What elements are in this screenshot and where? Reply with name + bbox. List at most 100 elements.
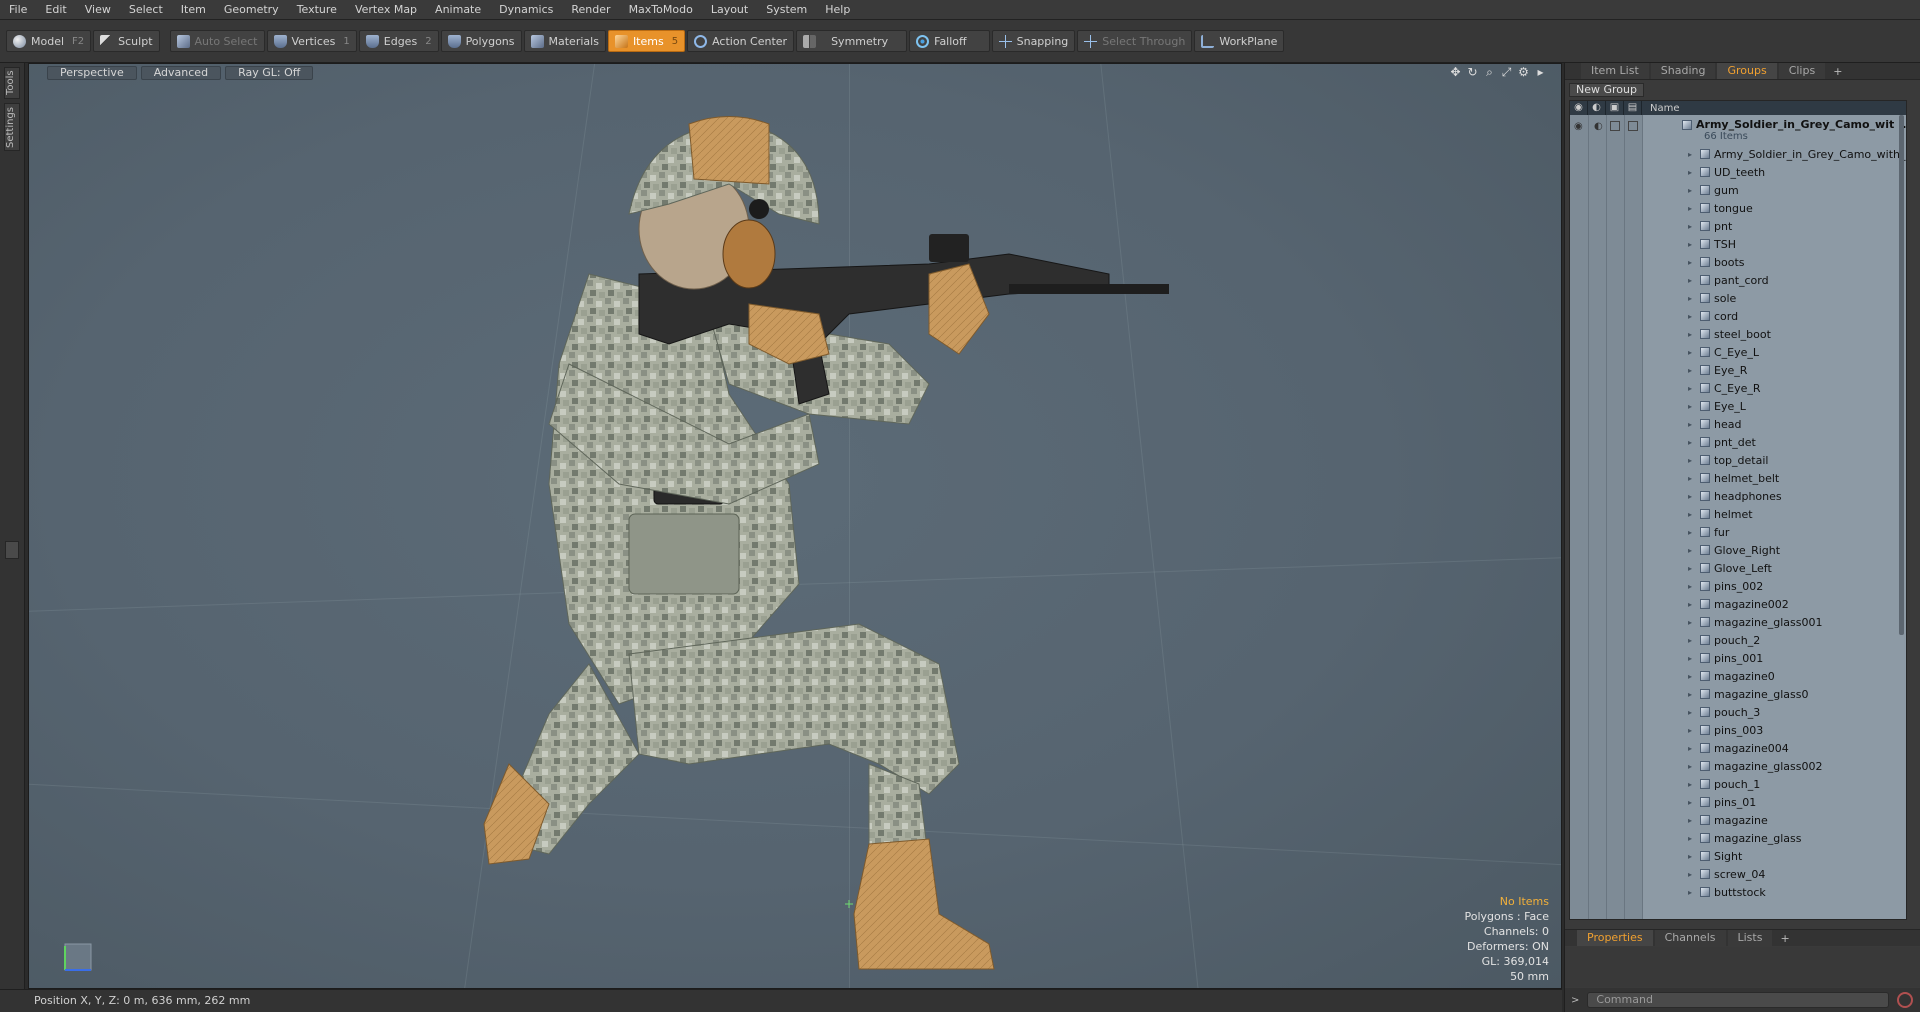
visibility-column-eye-icon[interactable]: ◉ <box>1570 101 1588 115</box>
auto-select-button[interactable]: Auto Select <box>169 30 265 52</box>
list-item[interactable]: ▸ magazine002 <box>1688 595 1789 613</box>
expand-arrow-icon[interactable]: ▸ <box>1688 294 1696 303</box>
list-item[interactable]: ▸ pins_001 <box>1688 649 1763 667</box>
list-item[interactable]: ▸ Glove_Left <box>1688 559 1772 577</box>
menu-animate[interactable]: Animate <box>426 0 490 20</box>
menu-system[interactable]: System <box>757 0 816 20</box>
menu-item[interactable]: Item <box>172 0 215 20</box>
menu-dynamics[interactable]: Dynamics <box>490 0 562 20</box>
list-item[interactable]: ▸ head <box>1688 415 1741 433</box>
expand-arrow-icon[interactable]: ▸ <box>1688 258 1696 267</box>
command-input[interactable]: Command <box>1587 992 1890 1008</box>
expand-arrow-icon[interactable]: ▸ <box>1688 546 1696 555</box>
list-item[interactable]: ▸ boots <box>1688 253 1745 271</box>
list-item[interactable]: ▸ cord <box>1688 307 1738 325</box>
list-item[interactable]: ▸ fur <box>1688 523 1729 541</box>
expand-arrow-icon[interactable]: ▸ <box>1688 636 1696 645</box>
menu-vertex-map[interactable]: Vertex Map <box>346 0 426 20</box>
name-column-header[interactable]: Name <box>1642 103 1680 114</box>
list-item[interactable]: ▸ Eye_L <box>1688 397 1746 415</box>
add-properties-tab-icon[interactable]: + <box>1774 932 1795 945</box>
expand-arrow-icon[interactable]: ▸ <box>1688 240 1696 249</box>
menu-help[interactable]: Help <box>816 0 859 20</box>
expand-arrow-icon[interactable]: ▸ <box>1688 276 1696 285</box>
expand-arrow-icon[interactable]: ▸ <box>1688 762 1696 771</box>
tab-clips[interactable]: Clips <box>1778 63 1826 79</box>
snapping-button[interactable]: Snapping <box>991 30 1076 52</box>
list-item[interactable]: ▸ pant_cord <box>1688 271 1769 289</box>
list-item[interactable]: ▸ gum <box>1688 181 1739 199</box>
list-item[interactable]: ▸ pins_003 <box>1688 721 1763 739</box>
tab-item-list[interactable]: Item List <box>1581 63 1649 79</box>
menu-edit[interactable]: Edit <box>36 0 75 20</box>
list-item[interactable]: ▸ magazine <box>1688 811 1768 829</box>
eye-icon[interactable]: ◉ <box>1574 121 1583 132</box>
expand-arrow-icon[interactable]: ▸ <box>1688 582 1696 591</box>
menu-geometry[interactable]: Geometry <box>215 0 288 20</box>
group-root-row[interactable]: ◉ ◐ Army_Soldier_in_Grey_Camo_wit ... 66… <box>1570 117 1906 145</box>
list-item[interactable]: ▸ magazine_glass0 <box>1688 685 1809 703</box>
expand-arrow-icon[interactable]: ▸ <box>1688 726 1696 735</box>
expand-arrow-icon[interactable]: ▸ <box>1688 402 1696 411</box>
menu-file[interactable]: File <box>0 0 36 20</box>
expand-arrow-icon[interactable]: ▸ <box>1688 330 1696 339</box>
list-item[interactable]: ▸ buttstock <box>1688 883 1766 901</box>
groups-tree[interactable]: ◉ ◐ ▣ ▤ Name ◉ ◐ Army_Soldier_in_Grey_Ca… <box>1569 100 1907 920</box>
menu-render[interactable]: Render <box>562 0 619 20</box>
menu-texture[interactable]: Texture <box>288 0 346 20</box>
select-column-icon[interactable]: ▤ <box>1624 101 1642 115</box>
add-tab-icon[interactable]: + <box>1827 65 1848 78</box>
expand-arrow-icon[interactable]: ▸ <box>1688 672 1696 681</box>
expand-arrow-icon[interactable]: ▸ <box>1688 420 1696 429</box>
list-item[interactable]: ▸ magazine_glass <box>1688 829 1802 847</box>
expand-arrow-icon[interactable]: ▸ <box>1688 528 1696 537</box>
expand-arrow-icon[interactable]: ▸ <box>1688 798 1696 807</box>
list-item[interactable]: ▸ pouch_3 <box>1688 703 1760 721</box>
expand-arrow-icon[interactable]: ▸ <box>1688 456 1696 465</box>
expand-arrow-icon[interactable]: ▸ <box>1688 834 1696 843</box>
expand-arrow-icon[interactable]: ▸ <box>1688 150 1696 159</box>
tab-groups[interactable]: Groups <box>1717 63 1777 79</box>
lock-checkbox[interactable] <box>1610 121 1620 131</box>
materials-button[interactable]: Materials <box>523 30 606 52</box>
list-item[interactable]: ▸ Sight <box>1688 847 1742 865</box>
list-item[interactable]: ▸ Glove_Right <box>1688 541 1780 559</box>
expand-arrow-icon[interactable]: ▸ <box>1688 690 1696 699</box>
action-center-button[interactable]: Action Center <box>687 30 795 52</box>
strip-toggle-button[interactable] <box>5 541 19 559</box>
soldier-model[interactable] <box>29 64 1562 989</box>
select-through-button[interactable]: Select Through <box>1077 30 1193 52</box>
items-button[interactable]: Items 5 <box>607 30 686 52</box>
list-item[interactable]: ▸ pouch_1 <box>1688 775 1760 793</box>
expand-arrow-icon[interactable]: ▸ <box>1688 600 1696 609</box>
expand-arrow-icon[interactable]: ▸ <box>1688 744 1696 753</box>
expand-arrow-icon[interactable]: ▸ <box>1688 474 1696 483</box>
render-column-icon[interactable]: ◐ <box>1588 101 1606 115</box>
tools-tab[interactable]: Tools <box>4 67 20 99</box>
list-item[interactable]: ▸ screw_04 <box>1688 865 1765 883</box>
expand-arrow-icon[interactable]: ▸ <box>1688 384 1696 393</box>
edges-button[interactable]: Edges 2 <box>358 30 439 52</box>
symmetry-button[interactable]: Symmetry <box>796 30 908 52</box>
menu-select[interactable]: Select <box>120 0 172 20</box>
polygons-button[interactable]: Polygons <box>440 30 522 52</box>
expand-arrow-icon[interactable]: ▸ <box>1688 654 1696 663</box>
menu-view[interactable]: View <box>76 0 120 20</box>
select-checkbox[interactable] <box>1628 121 1638 131</box>
vertices-button[interactable]: Vertices 1 <box>266 30 357 52</box>
list-item[interactable]: ▸ UD_teeth <box>1688 163 1765 181</box>
render-toggle-icon[interactable]: ◐ <box>1594 121 1603 132</box>
expand-arrow-icon[interactable]: ▸ <box>1688 510 1696 519</box>
lock-column-icon[interactable]: ▣ <box>1606 101 1624 115</box>
tab-properties[interactable]: Properties <box>1577 930 1653 946</box>
expand-arrow-icon[interactable]: ▸ <box>1688 186 1696 195</box>
expand-arrow-icon[interactable]: ▸ <box>1688 708 1696 717</box>
new-group-button[interactable]: New Group <box>1569 83 1644 97</box>
menu-maxtomodo[interactable]: MaxToModo <box>620 0 702 20</box>
workplane-button[interactable]: WorkPlane <box>1194 30 1285 52</box>
command-history-icon[interactable] <box>1897 992 1914 1008</box>
list-item[interactable]: ▸ Eye_R <box>1688 361 1747 379</box>
expand-arrow-icon[interactable]: ▸ <box>1688 564 1696 573</box>
tab-channels[interactable]: Channels <box>1654 930 1726 946</box>
expand-arrow-icon[interactable]: ▸ <box>1688 348 1696 357</box>
